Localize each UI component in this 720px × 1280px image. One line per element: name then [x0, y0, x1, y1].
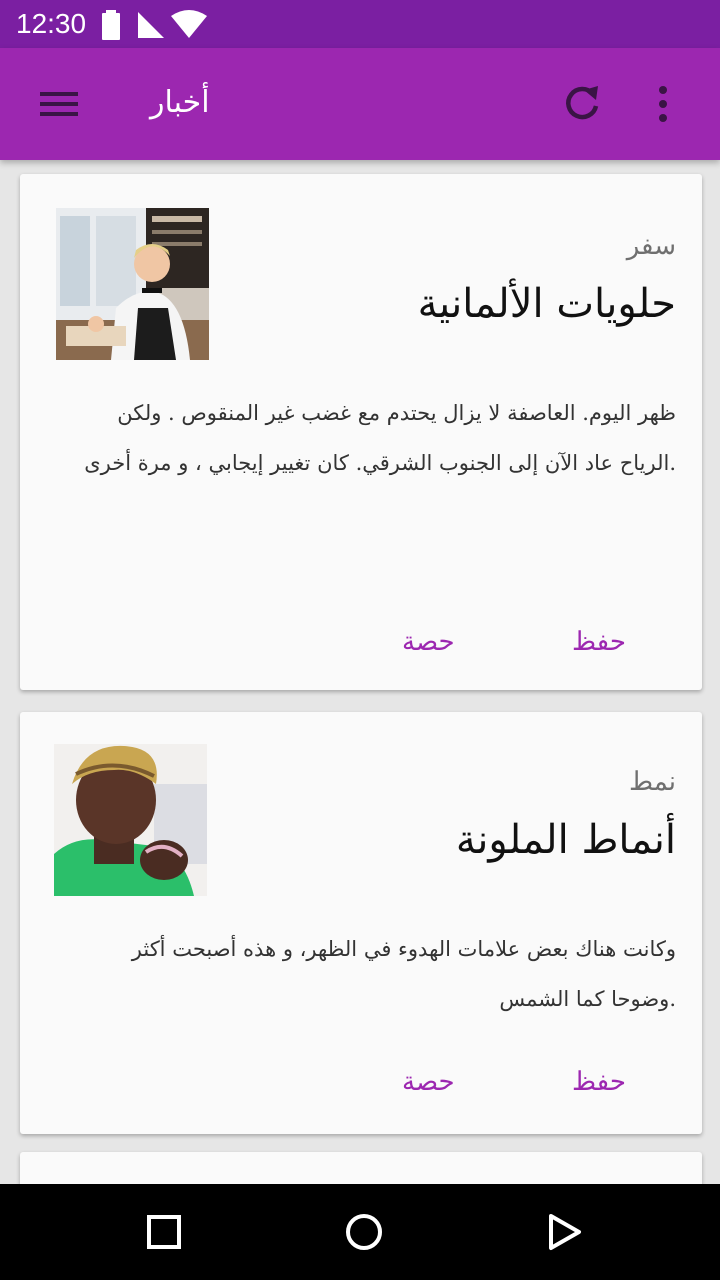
wifi-icon: [171, 10, 207, 38]
save-button[interactable]: حفظ: [572, 622, 626, 662]
refresh-icon[interactable]: [560, 82, 604, 126]
back-triangle-icon[interactable]: [544, 1212, 584, 1252]
status-bar: 12:30: [0, 0, 720, 48]
card-body-line: ظهر اليوم. العاصفة لا يزال يحتدم مع غضب …: [117, 401, 676, 425]
share-button[interactable]: حصة: [402, 622, 455, 662]
card-body: ظهر اليوم. العاصفة لا يزال يحتدم مع غضب …: [56, 388, 676, 488]
card-title: أنماط الملونة: [455, 817, 676, 863]
card-body-line: .وضوحا كما الشمس: [499, 987, 676, 1011]
card-body-line: .الرياح عاد الآن إلى الجنوب الشرقي. كان …: [84, 451, 676, 475]
app-title: أخبار: [150, 85, 210, 120]
card-body-line: وكانت هناك بعض علامات الهدوء في الظهر، و…: [131, 937, 676, 961]
hamburger-menu-icon[interactable]: [40, 86, 80, 122]
news-feed[interactable]: سفر حلويات الألمانية ظهر اليوم. العاصفة …: [0, 160, 720, 1184]
battery-icon: [102, 10, 120, 40]
recent-apps-square-icon[interactable]: [146, 1214, 182, 1250]
news-card: [20, 1152, 702, 1184]
card-category: سفر: [626, 231, 676, 261]
card-thumbnail-woman: [54, 744, 207, 896]
card-thumbnail-barista: [56, 208, 209, 360]
news-card: نمط أنماط الملونة وكانت هناك بعض علامات …: [20, 712, 702, 1134]
cellular-signal-icon: [138, 12, 164, 38]
system-navigation-bar: [0, 1184, 720, 1280]
card-body: وكانت هناك بعض علامات الهدوء في الظهر، و…: [56, 924, 676, 1024]
app-bar: أخبار: [0, 48, 720, 160]
card-title: حلويات الألمانية: [417, 281, 676, 327]
card-category: نمط: [629, 767, 676, 797]
status-time: 12:30: [16, 8, 87, 39]
save-button[interactable]: حفظ: [572, 1062, 626, 1102]
share-button[interactable]: حصة: [402, 1062, 455, 1102]
more-vert-icon[interactable]: [648, 84, 678, 124]
news-card: سفر حلويات الألمانية ظهر اليوم. العاصفة …: [20, 174, 702, 690]
home-circle-icon[interactable]: [344, 1212, 384, 1252]
